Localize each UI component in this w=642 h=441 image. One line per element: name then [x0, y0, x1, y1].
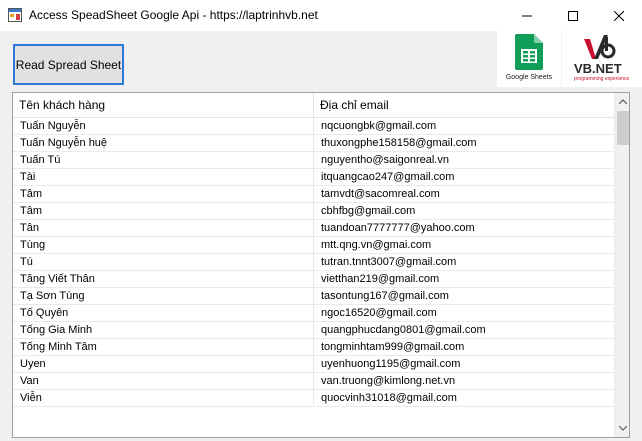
- cell-customer-name[interactable]: Uyen: [13, 356, 314, 373]
- table-row[interactable]: Tài itquangcao247@gmail.com: [13, 169, 614, 186]
- cell-customer-name[interactable]: Van: [13, 373, 314, 390]
- cell-email[interactable]: nqcuongbk@gmail.com: [314, 118, 614, 135]
- close-button[interactable]: [596, 0, 642, 31]
- table-row[interactable]: Tăng Viết Thân vietthan219@gmail.com: [13, 271, 614, 288]
- table-row[interactable]: Tú tutran.tnnt3007@gmail.com: [13, 254, 614, 271]
- cell-email[interactable]: tutran.tnnt3007@gmail.com: [314, 254, 614, 271]
- scroll-down-arrow-icon: [619, 426, 627, 431]
- table-row[interactable]: Uyen uyenhuong1195@gmail.com: [13, 356, 614, 373]
- vertical-scrollbar[interactable]: [614, 93, 629, 437]
- vbnet-wordmark: VB.NET: [574, 61, 622, 76]
- window-title: Access SpeadSheet Google Api - https://l…: [29, 8, 318, 22]
- cell-email[interactable]: itquangcao247@gmail.com: [314, 169, 614, 186]
- cell-email[interactable]: mtt.qng.vn@gmai.com: [314, 237, 614, 254]
- cell-customer-name[interactable]: Viễn: [13, 390, 314, 407]
- table-row[interactable]: Tân tuandoan7777777@yahoo.com: [13, 220, 614, 237]
- cell-email[interactable]: uyenhuong1195@gmail.com: [314, 356, 614, 373]
- google-sheets-icon: [515, 34, 543, 70]
- table-row[interactable]: Tùng mtt.qng.vn@gmai.com: [13, 237, 614, 254]
- column-header-customer-name[interactable]: Tên khách hàng: [13, 93, 314, 118]
- cell-email[interactable]: cbhfbg@gmail.com: [314, 203, 614, 220]
- vbnet-mark-icon: [584, 35, 616, 59]
- table-row[interactable]: Tuấn Tú nguyentho@saigonreal.vn: [13, 152, 614, 169]
- cell-customer-name[interactable]: Tuấn Nguyễn: [13, 118, 314, 135]
- vbnet-tagline: programming experience: [574, 76, 630, 82]
- cell-email[interactable]: ngoc16520@gmail.com: [314, 305, 614, 322]
- table-row[interactable]: Viễn quocvinh31018@gmail.com: [13, 390, 614, 407]
- close-icon: [614, 10, 624, 21]
- table-row[interactable]: Tống Minh Tâm tongminhtam999@gmail.com: [13, 339, 614, 356]
- grid-rows: Tuấn Nguyễn nqcuongbk@gmail.com Tuấn Nguy…: [13, 118, 614, 407]
- cell-email[interactable]: quocvinh31018@gmail.com: [314, 390, 614, 407]
- cell-email[interactable]: tongminhtam999@gmail.com: [314, 339, 614, 356]
- cell-email[interactable]: vietthan219@gmail.com: [314, 271, 614, 288]
- cell-customer-name[interactable]: Tâm: [13, 186, 314, 203]
- cell-customer-name[interactable]: Tống Gia Minh: [13, 322, 314, 339]
- table-row[interactable]: Tâm cbhfbg@gmail.com: [13, 203, 614, 220]
- form-client-area: Read Spread Sheet Google Sheets VB.NET p…: [0, 31, 642, 441]
- cell-email[interactable]: van.truong@kimlong.net.vn: [314, 373, 614, 390]
- maximize-button[interactable]: [550, 0, 596, 31]
- title-bar: Access SpeadSheet Google Api - https://l…: [0, 0, 642, 31]
- grid-header: Tên khách hàng Địa chỉ email: [13, 93, 614, 118]
- cell-customer-name[interactable]: Tống Minh Tâm: [13, 339, 314, 356]
- read-spread-sheet-button[interactable]: Read Spread Sheet: [13, 44, 124, 85]
- cell-email[interactable]: tasontung167@gmail.com: [314, 288, 614, 305]
- app-icon: [8, 8, 22, 22]
- scroll-up-button[interactable]: [615, 93, 629, 110]
- cell-email[interactable]: quangphucdang0801@gmail.com: [314, 322, 614, 339]
- table-row[interactable]: Tạ Sơn Tùng tasontung167@gmail.com: [13, 288, 614, 305]
- scroll-down-button[interactable]: [615, 420, 629, 437]
- table-row[interactable]: Tuấn Nguyễn nqcuongbk@gmail.com: [13, 118, 614, 135]
- scroll-up-arrow-icon: [619, 99, 627, 104]
- table-row[interactable]: Tống Gia Minh quangphucdang0801@gmail.com: [13, 322, 614, 339]
- cell-customer-name[interactable]: Tài: [13, 169, 314, 186]
- cell-email[interactable]: thuxongphe158158@gmail.com: [314, 135, 614, 152]
- column-header-email[interactable]: Địa chỉ email: [314, 93, 614, 118]
- cell-email[interactable]: tuandoan7777777@yahoo.com: [314, 220, 614, 237]
- minimize-button[interactable]: [504, 0, 550, 31]
- table-row[interactable]: Tố Quyên ngoc16520@gmail.com: [13, 305, 614, 322]
- data-grid[interactable]: Tên khách hàng Địa chỉ email Tuấn Nguyễn…: [12, 92, 630, 438]
- cell-email[interactable]: tamvdt@sacomreal.com: [314, 186, 614, 203]
- cell-customer-name[interactable]: Tố Quyên: [13, 305, 314, 322]
- cell-customer-name[interactable]: Tạ Sơn Tùng: [13, 288, 314, 305]
- maximize-icon: [568, 10, 578, 21]
- vbnet-logo: VB.NET programming experience: [562, 31, 642, 87]
- table-row[interactable]: Van van.truong@kimlong.net.vn: [13, 373, 614, 390]
- cell-customer-name[interactable]: Tăng Viết Thân: [13, 271, 314, 288]
- minimize-icon: [522, 15, 532, 16]
- cell-customer-name[interactable]: Tân: [13, 220, 314, 237]
- table-row[interactable]: Tâm tamvdt@sacomreal.com: [13, 186, 614, 203]
- google-sheets-logo: Google Sheets: [497, 31, 561, 87]
- cell-email[interactable]: nguyentho@saigonreal.vn: [314, 152, 614, 169]
- table-row[interactable]: Tuấn Nguyễn huệ thuxongphe158158@gmail.co…: [13, 135, 614, 152]
- cell-customer-name[interactable]: Tuấn Tú: [13, 152, 314, 169]
- cell-customer-name[interactable]: Tùng: [13, 237, 314, 254]
- cell-customer-name[interactable]: Tú: [13, 254, 314, 271]
- google-sheets-caption: Google Sheets: [505, 74, 553, 81]
- cell-customer-name[interactable]: Tâm: [13, 203, 314, 220]
- cell-customer-name[interactable]: Tuấn Nguyễn huệ: [13, 135, 314, 152]
- scrollbar-thumb[interactable]: [617, 111, 629, 145]
